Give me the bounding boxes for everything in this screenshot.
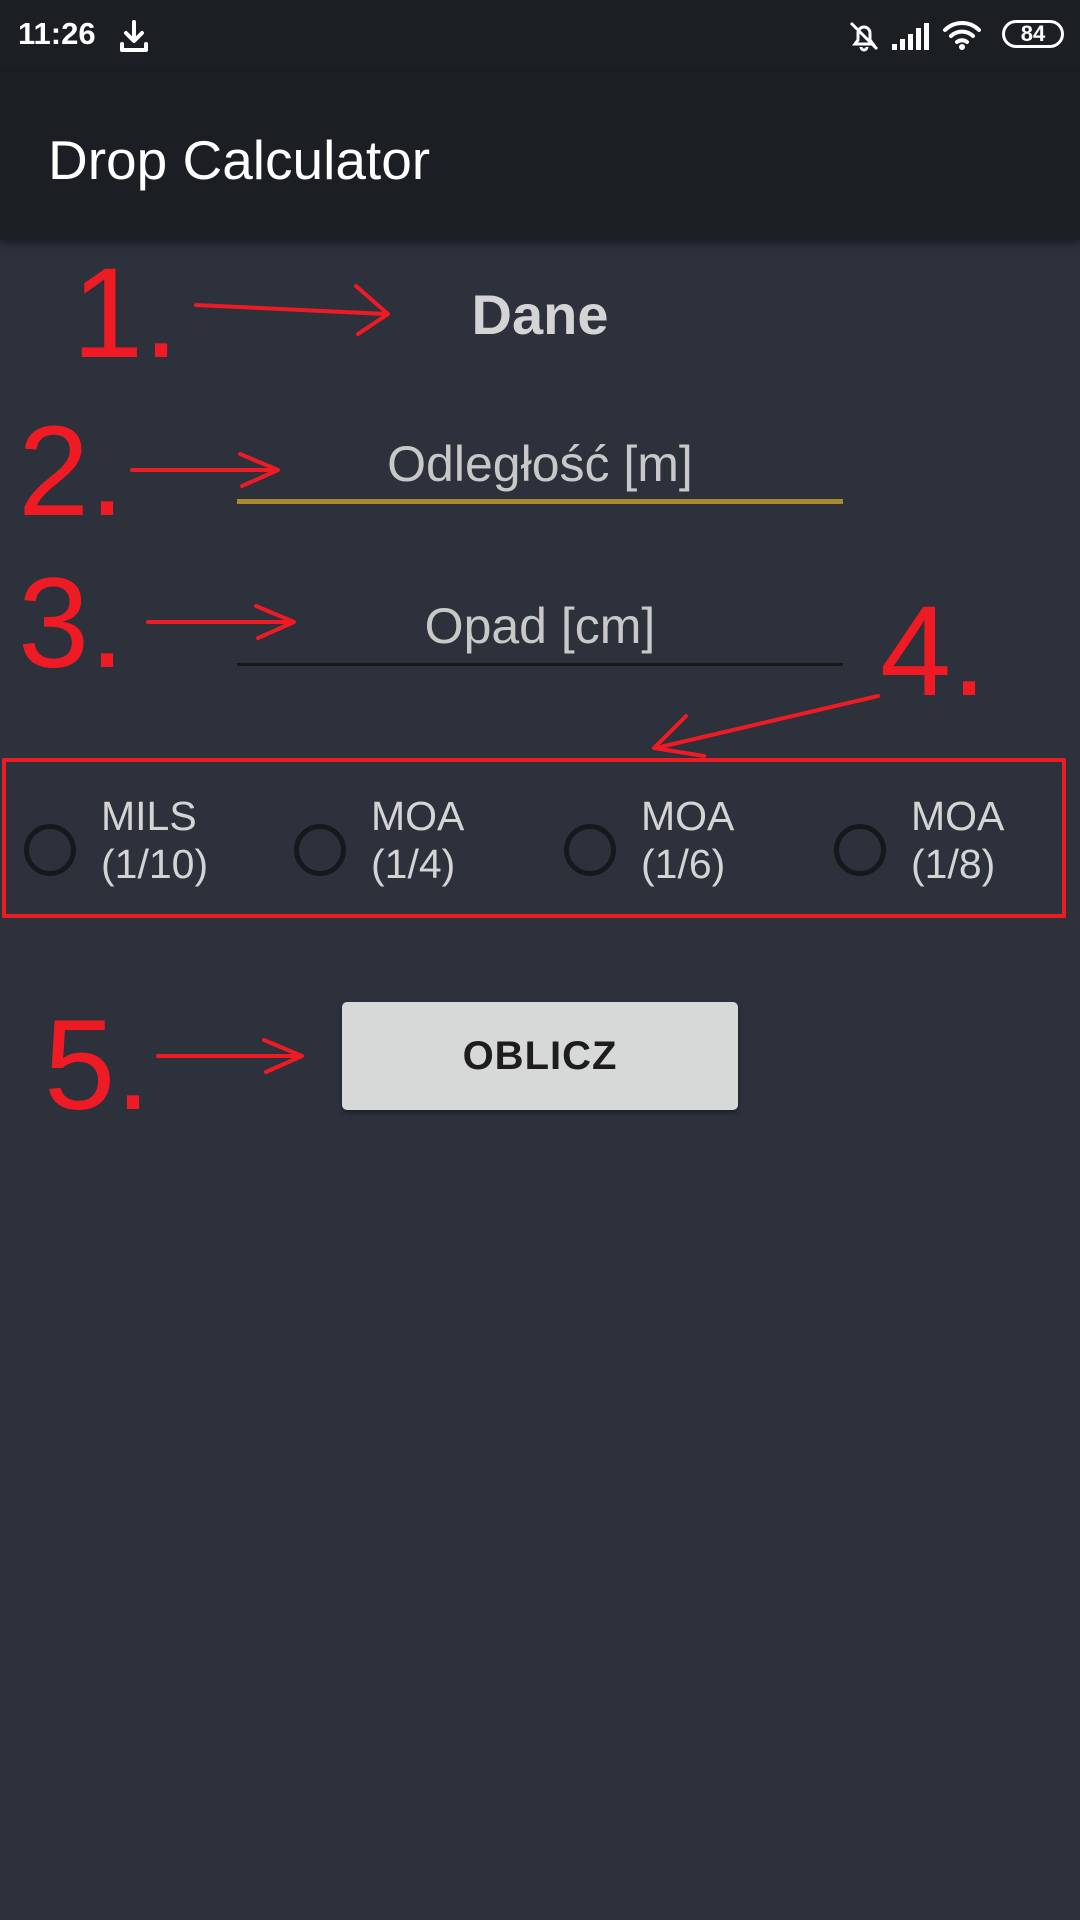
annotation-mark-2: 2. bbox=[18, 400, 125, 543]
radio-label: MOA (1/8) bbox=[911, 793, 1005, 887]
annotation-mark-5: 5. bbox=[44, 994, 151, 1137]
drop-field[interactable] bbox=[237, 586, 843, 666]
section-title: Dane bbox=[471, 283, 609, 346]
annotation-mark-4: 4. bbox=[880, 580, 987, 723]
status-bar: 11:26 84 bbox=[0, 0, 1080, 72]
annotation-mark-3: 3. bbox=[18, 552, 125, 695]
drop-input[interactable] bbox=[237, 586, 843, 666]
distance-input[interactable] bbox=[237, 424, 843, 504]
battery-level: 84 bbox=[1020, 21, 1046, 46]
app-bar: Drop Calculator bbox=[0, 72, 1080, 240]
drop-underline bbox=[237, 663, 843, 666]
signal-icon bbox=[892, 23, 929, 50]
app-title: Drop Calculator bbox=[48, 129, 431, 191]
radio-label: MILS (1/10) bbox=[101, 793, 209, 887]
download-icon bbox=[120, 20, 148, 52]
radio-label: MOA (1/4) bbox=[371, 793, 465, 887]
status-time: 11:26 bbox=[18, 16, 96, 51]
distance-underline bbox=[237, 499, 843, 504]
radio-circle[interactable] bbox=[564, 824, 616, 876]
wifi-icon bbox=[943, 20, 981, 50]
radio-label: MOA (1/6) bbox=[641, 793, 735, 887]
battery-icon: 84 bbox=[1002, 20, 1064, 48]
radio-circle[interactable] bbox=[294, 824, 346, 876]
arrow-4 bbox=[654, 694, 880, 750]
calculate-button[interactable]: OBLICZ bbox=[342, 1002, 738, 1110]
distance-field[interactable] bbox=[237, 424, 843, 504]
unit-radio-group: MILS (1/10) MOA (1/4) MOA (1/6) MOA (1/8… bbox=[4, 760, 1064, 916]
radio-circle[interactable] bbox=[24, 824, 76, 876]
bell-off-icon bbox=[849, 21, 879, 52]
radio-circle[interactable] bbox=[834, 824, 886, 876]
